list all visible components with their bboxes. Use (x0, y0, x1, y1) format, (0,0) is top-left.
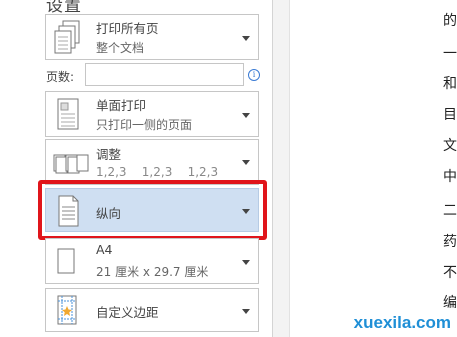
sides-dropdown[interactable]: 单面打印 只打印一侧的页面 (45, 91, 259, 137)
document-text-char: 二 (443, 203, 457, 219)
collate-subtitle: 1,2,3 1,2,3 1,2,3 (96, 165, 219, 179)
sides-subtitle: 只打印一侧的页面 (96, 118, 193, 132)
paper-icon (57, 248, 75, 274)
pages-label: 页数: (46, 70, 75, 84)
highlight-box (38, 180, 267, 240)
margins-title: 自定义边距 (96, 305, 159, 320)
chevron-down-icon (242, 260, 250, 265)
document-text-char: 不 (443, 265, 457, 281)
margins-dropdown[interactable]: 自定义边距 (45, 288, 259, 332)
document-text-char: 药 (443, 234, 457, 250)
paper-size-title: A4 (96, 242, 113, 257)
print-range-title: 打印所有页 (96, 21, 159, 36)
pages-input[interactable] (85, 63, 244, 86)
info-icon[interactable]: i (248, 69, 260, 81)
document-text-char: 一 (443, 46, 457, 62)
document-text-char: 中 (443, 169, 457, 185)
watermark: xuexila.com (353, 313, 451, 332)
collate-dropdown[interactable]: 调整 1,2,3 1,2,3 1,2,3 (45, 139, 259, 185)
print-range-subtitle: 整个文档 (96, 41, 145, 55)
collate-title: 调整 (96, 147, 122, 162)
chevron-down-icon (242, 36, 250, 41)
print-preview-page (289, 0, 457, 337)
document-text-char: 目 (443, 107, 457, 123)
print-range-dropdown[interactable]: 打印所有页 整个文档 (45, 14, 259, 60)
margins-icon (57, 295, 77, 325)
document-text-char: 文 (443, 138, 457, 154)
document-text-char: 和 (443, 76, 457, 92)
paper-size-subtitle: 21 厘米 x 29.7 厘米 (96, 265, 209, 279)
document-text-char: 的 (443, 13, 457, 29)
chevron-down-icon (242, 309, 250, 314)
document-text-char: 编 (443, 295, 457, 311)
collate-icon (53, 154, 89, 174)
pages-icon (54, 20, 80, 54)
chevron-down-icon (242, 113, 250, 118)
preview-gutter (273, 0, 289, 337)
print-settings-panel: 设置 打印所有页 整个文档 页数: i 单面打印 只打印一侧的页面 调整 1,2… (0, 0, 272, 337)
chevron-down-icon (242, 160, 250, 165)
paper-size-dropdown[interactable]: A4 21 厘米 x 29.7 厘米 (45, 238, 259, 284)
sides-title: 单面打印 (96, 98, 147, 113)
single-sided-icon (57, 98, 79, 130)
